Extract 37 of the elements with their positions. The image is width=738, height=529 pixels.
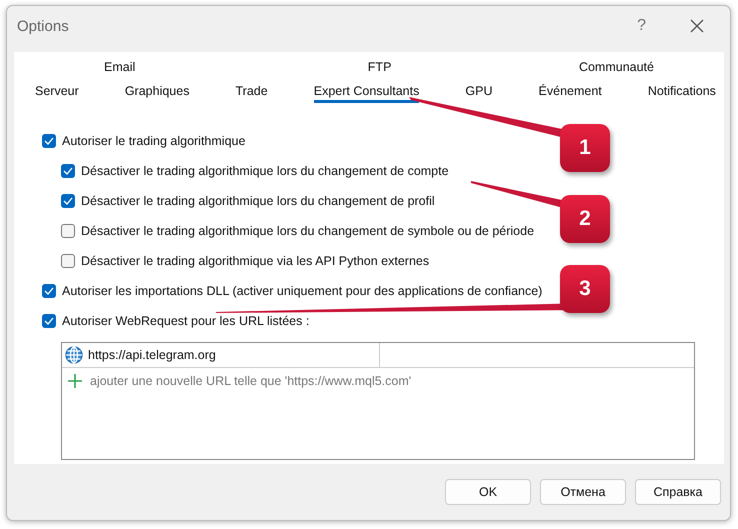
callout-badge: 1 bbox=[560, 124, 610, 172]
tab[interactable]: GPU bbox=[465, 84, 492, 102]
checkbox-label: Désactiver le trading algorithmique via les API Python externes bbox=[81, 254, 430, 268]
checkbox[interactable] bbox=[61, 164, 75, 178]
add-url-placeholder[interactable]: ajouter une nouvelle URL telle que 'https://www.mql5.com' bbox=[90, 374, 412, 388]
callout-badge: 3 bbox=[560, 265, 610, 313]
checkbox-label: Autoriser le trading algorithmique bbox=[62, 134, 246, 148]
tab[interactable]: FTP bbox=[368, 60, 392, 78]
globe-icon bbox=[65, 346, 83, 364]
checkbox-label: Autoriser les importations DLL (activer uniquement pour des applications de confiance) bbox=[62, 284, 542, 298]
tab[interactable]: Trade bbox=[236, 84, 268, 102]
plus-icon[interactable] bbox=[68, 374, 82, 388]
checkbox-label: Désactiver le trading algorithmique lors du changement de compte bbox=[81, 164, 449, 178]
dialog-button[interactable]: Отмена bbox=[540, 479, 626, 505]
dialog-button[interactable]: OK bbox=[445, 479, 531, 505]
checkbox[interactable] bbox=[42, 284, 56, 298]
tab[interactable]: Email bbox=[104, 60, 136, 78]
tab[interactable]: Notifications bbox=[648, 84, 716, 102]
checkbox[interactable] bbox=[61, 194, 75, 208]
tab[interactable]: Expert Consultants bbox=[314, 84, 420, 102]
checkbox-label: Désactiver le trading algorithmique lors du changement de symbole ou de période bbox=[81, 224, 534, 238]
tab[interactable]: Événement bbox=[538, 84, 602, 102]
checkbox-label: Autoriser WebRequest pour les URL listées : bbox=[62, 314, 310, 328]
dialog-button[interactable]: Справка bbox=[635, 479, 721, 505]
url-text[interactable]: https://api.telegram.org bbox=[88, 348, 216, 362]
close-icon[interactable] bbox=[690, 19, 704, 33]
callout-badge: 2 bbox=[560, 195, 610, 243]
checkbox-label: Désactiver le trading algorithmique lors du changement de profil bbox=[81, 194, 435, 208]
checkbox[interactable] bbox=[42, 134, 56, 148]
checkbox[interactable] bbox=[61, 224, 75, 238]
tab[interactable]: Communauté bbox=[578, 60, 654, 78]
help-button[interactable]: ? bbox=[637, 17, 646, 35]
tab[interactable]: Graphiques bbox=[124, 84, 190, 102]
tab[interactable]: Serveur bbox=[35, 84, 79, 102]
checkbox[interactable] bbox=[61, 254, 75, 268]
window-title: Options bbox=[17, 18, 70, 34]
checkbox[interactable] bbox=[42, 314, 56, 328]
